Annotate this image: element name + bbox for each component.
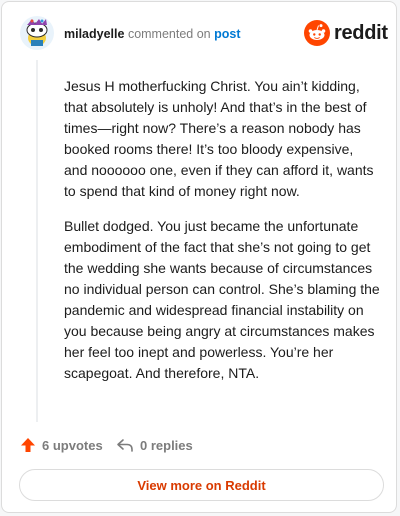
reply-arrow-icon xyxy=(117,439,133,452)
byline-action-text: commented on xyxy=(127,27,211,41)
username-link[interactable]: miladyelle xyxy=(64,27,124,41)
byline: miladyelle commented on post xyxy=(64,27,241,41)
upvote-count: 6 upvotes xyxy=(42,437,103,453)
user-avatar[interactable] xyxy=(20,16,54,50)
post-link[interactable]: post xyxy=(214,27,240,41)
thread-line xyxy=(36,60,38,422)
reply-count: 0 replies xyxy=(140,437,193,453)
view-more-button[interactable]: View more on Reddit xyxy=(19,469,384,501)
comment-header: miladyelle commented on post reddit xyxy=(20,16,388,52)
reddit-snoo-icon xyxy=(304,20,330,46)
reply-button[interactable]: 0 replies xyxy=(116,434,193,456)
comment-actions: 6 upvotes 0 replies xyxy=(20,434,380,456)
comment-paragraph: Bullet dodged. You just became the unfor… xyxy=(64,218,380,381)
comment-body: Jesus H motherfucking Christ. You ain’t … xyxy=(64,76,380,398)
comment-paragraph: Jesus H motherfucking Christ. You ain’t … xyxy=(64,78,374,199)
reddit-brand-link[interactable]: reddit xyxy=(304,20,388,48)
avatar-snoo-icon xyxy=(20,16,54,50)
comment-embed-card: miladyelle commented on post reddit Jesu… xyxy=(1,1,397,513)
reddit-wordmark: reddit xyxy=(334,22,388,44)
upvote-button[interactable]: 6 upvotes xyxy=(20,434,103,456)
upvote-arrow-icon xyxy=(21,438,35,452)
